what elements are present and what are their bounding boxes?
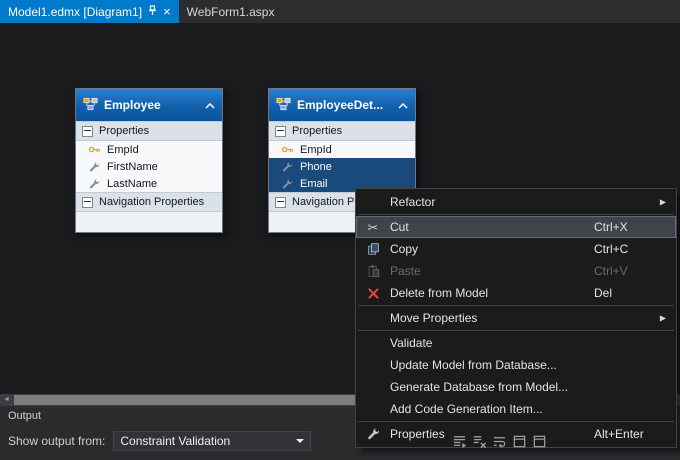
property-row-lastname[interactable]: LastName: [76, 175, 222, 192]
clear-all-icon[interactable]: [472, 434, 487, 449]
output-window-icon[interactable]: [512, 434, 527, 449]
entity-header[interactable]: Employee: [76, 89, 222, 121]
entity-title: EmployeeDet...: [297, 98, 392, 112]
menu-item-refactor[interactable]: Refactor▶: [356, 191, 676, 213]
tab-model1-edmx[interactable]: Model1.edmx [Diagram1] ×: [0, 0, 179, 23]
property-row-firstname[interactable]: FirstName: [76, 158, 222, 175]
word-wrap-icon[interactable]: [492, 434, 507, 449]
collapse-box-icon[interactable]: [275, 197, 286, 208]
tab-label: Model1.edmx [Diagram1]: [8, 5, 142, 19]
menu-item-copy[interactable]: CopyCtrl+C: [356, 238, 676, 260]
menu-item-delete-from-model[interactable]: Delete from ModelDel: [356, 282, 676, 304]
property-icon: [280, 160, 294, 174]
paste-icon: [356, 264, 390, 278]
property-icon: [280, 177, 294, 191]
tab-bar: Model1.edmx [Diagram1] × WebForm1.aspx: [0, 0, 680, 23]
tab-label: WebForm1.aspx: [187, 5, 275, 19]
collapse-chevron-icon[interactable]: [205, 98, 215, 112]
menu-item-cut[interactable]: ✂CutCtrl+X: [356, 216, 676, 238]
property-icon: [87, 160, 101, 174]
go-to-message-icon[interactable]: [452, 434, 467, 449]
property-row-phone[interactable]: Phone: [269, 158, 415, 175]
navigation-section-header[interactable]: Navigation Properties: [76, 192, 222, 212]
collapse-chevron-icon[interactable]: [398, 98, 408, 112]
menu-separator: [358, 330, 674, 331]
scissors-icon: ✂: [356, 221, 390, 234]
entity-empty-area: [76, 212, 222, 232]
wrench-icon: [356, 427, 390, 441]
pin-output-icon[interactable]: [532, 434, 547, 449]
scroll-left-icon[interactable]: ◄: [0, 394, 13, 406]
scrollbar-thumb[interactable]: [14, 395, 358, 405]
submenu-arrow-icon: ▶: [660, 314, 666, 323]
pin-icon[interactable]: [148, 5, 157, 19]
show-output-from-combo[interactable]: Constraint Validation: [113, 431, 311, 451]
output-toolbar: [452, 434, 547, 449]
menu-item-generate-database-from-model[interactable]: Generate Database from Model...: [356, 376, 676, 398]
key-icon: [280, 143, 294, 157]
submenu-arrow-icon: ▶: [660, 198, 666, 207]
show-output-from-label: Show output from:: [8, 434, 105, 448]
entity-title: Employee: [104, 98, 199, 112]
tab-webform1-aspx[interactable]: WebForm1.aspx: [179, 0, 283, 23]
menu-separator: [358, 305, 674, 306]
properties-section-header[interactable]: Properties: [76, 121, 222, 141]
menu-separator: [358, 421, 674, 422]
copy-icon: [356, 242, 390, 256]
entity-icon: [83, 97, 98, 114]
key-icon: [87, 143, 101, 157]
menu-item-move-properties[interactable]: Move Properties▶: [356, 307, 676, 329]
menu-item-paste[interactable]: PasteCtrl+V: [356, 260, 676, 282]
entity-icon: [276, 97, 291, 114]
menu-item-validate[interactable]: Validate: [356, 332, 676, 354]
close-icon[interactable]: ×: [163, 5, 171, 18]
collapse-box-icon[interactable]: [82, 197, 93, 208]
collapse-box-icon[interactable]: [275, 126, 286, 137]
menu-separator: [358, 214, 674, 215]
output-panel-title: Output: [8, 410, 41, 422]
collapse-box-icon[interactable]: [82, 126, 93, 137]
property-row-empid[interactable]: EmpId: [269, 141, 415, 158]
property-icon: [87, 177, 101, 191]
property-row-empid[interactable]: EmpId: [76, 141, 222, 158]
menu-item-update-model-from-database[interactable]: Update Model from Database...: [356, 354, 676, 376]
combo-selected-value: Constraint Validation: [120, 434, 230, 448]
properties-section-header[interactable]: Properties: [269, 121, 415, 141]
delete-icon: [356, 287, 390, 300]
entity-header[interactable]: EmployeeDet...: [269, 89, 415, 121]
menu-item-add-code-generation-item[interactable]: Add Code Generation Item...: [356, 398, 676, 420]
chevron-down-icon: [296, 439, 304, 443]
entity-employee[interactable]: Employee PropertiesEmpIdFirstNameLastNam…: [75, 88, 223, 233]
context-menu: Refactor▶ ✂CutCtrl+XCopyCtrl+CPasteCtrl+V…: [355, 188, 677, 448]
